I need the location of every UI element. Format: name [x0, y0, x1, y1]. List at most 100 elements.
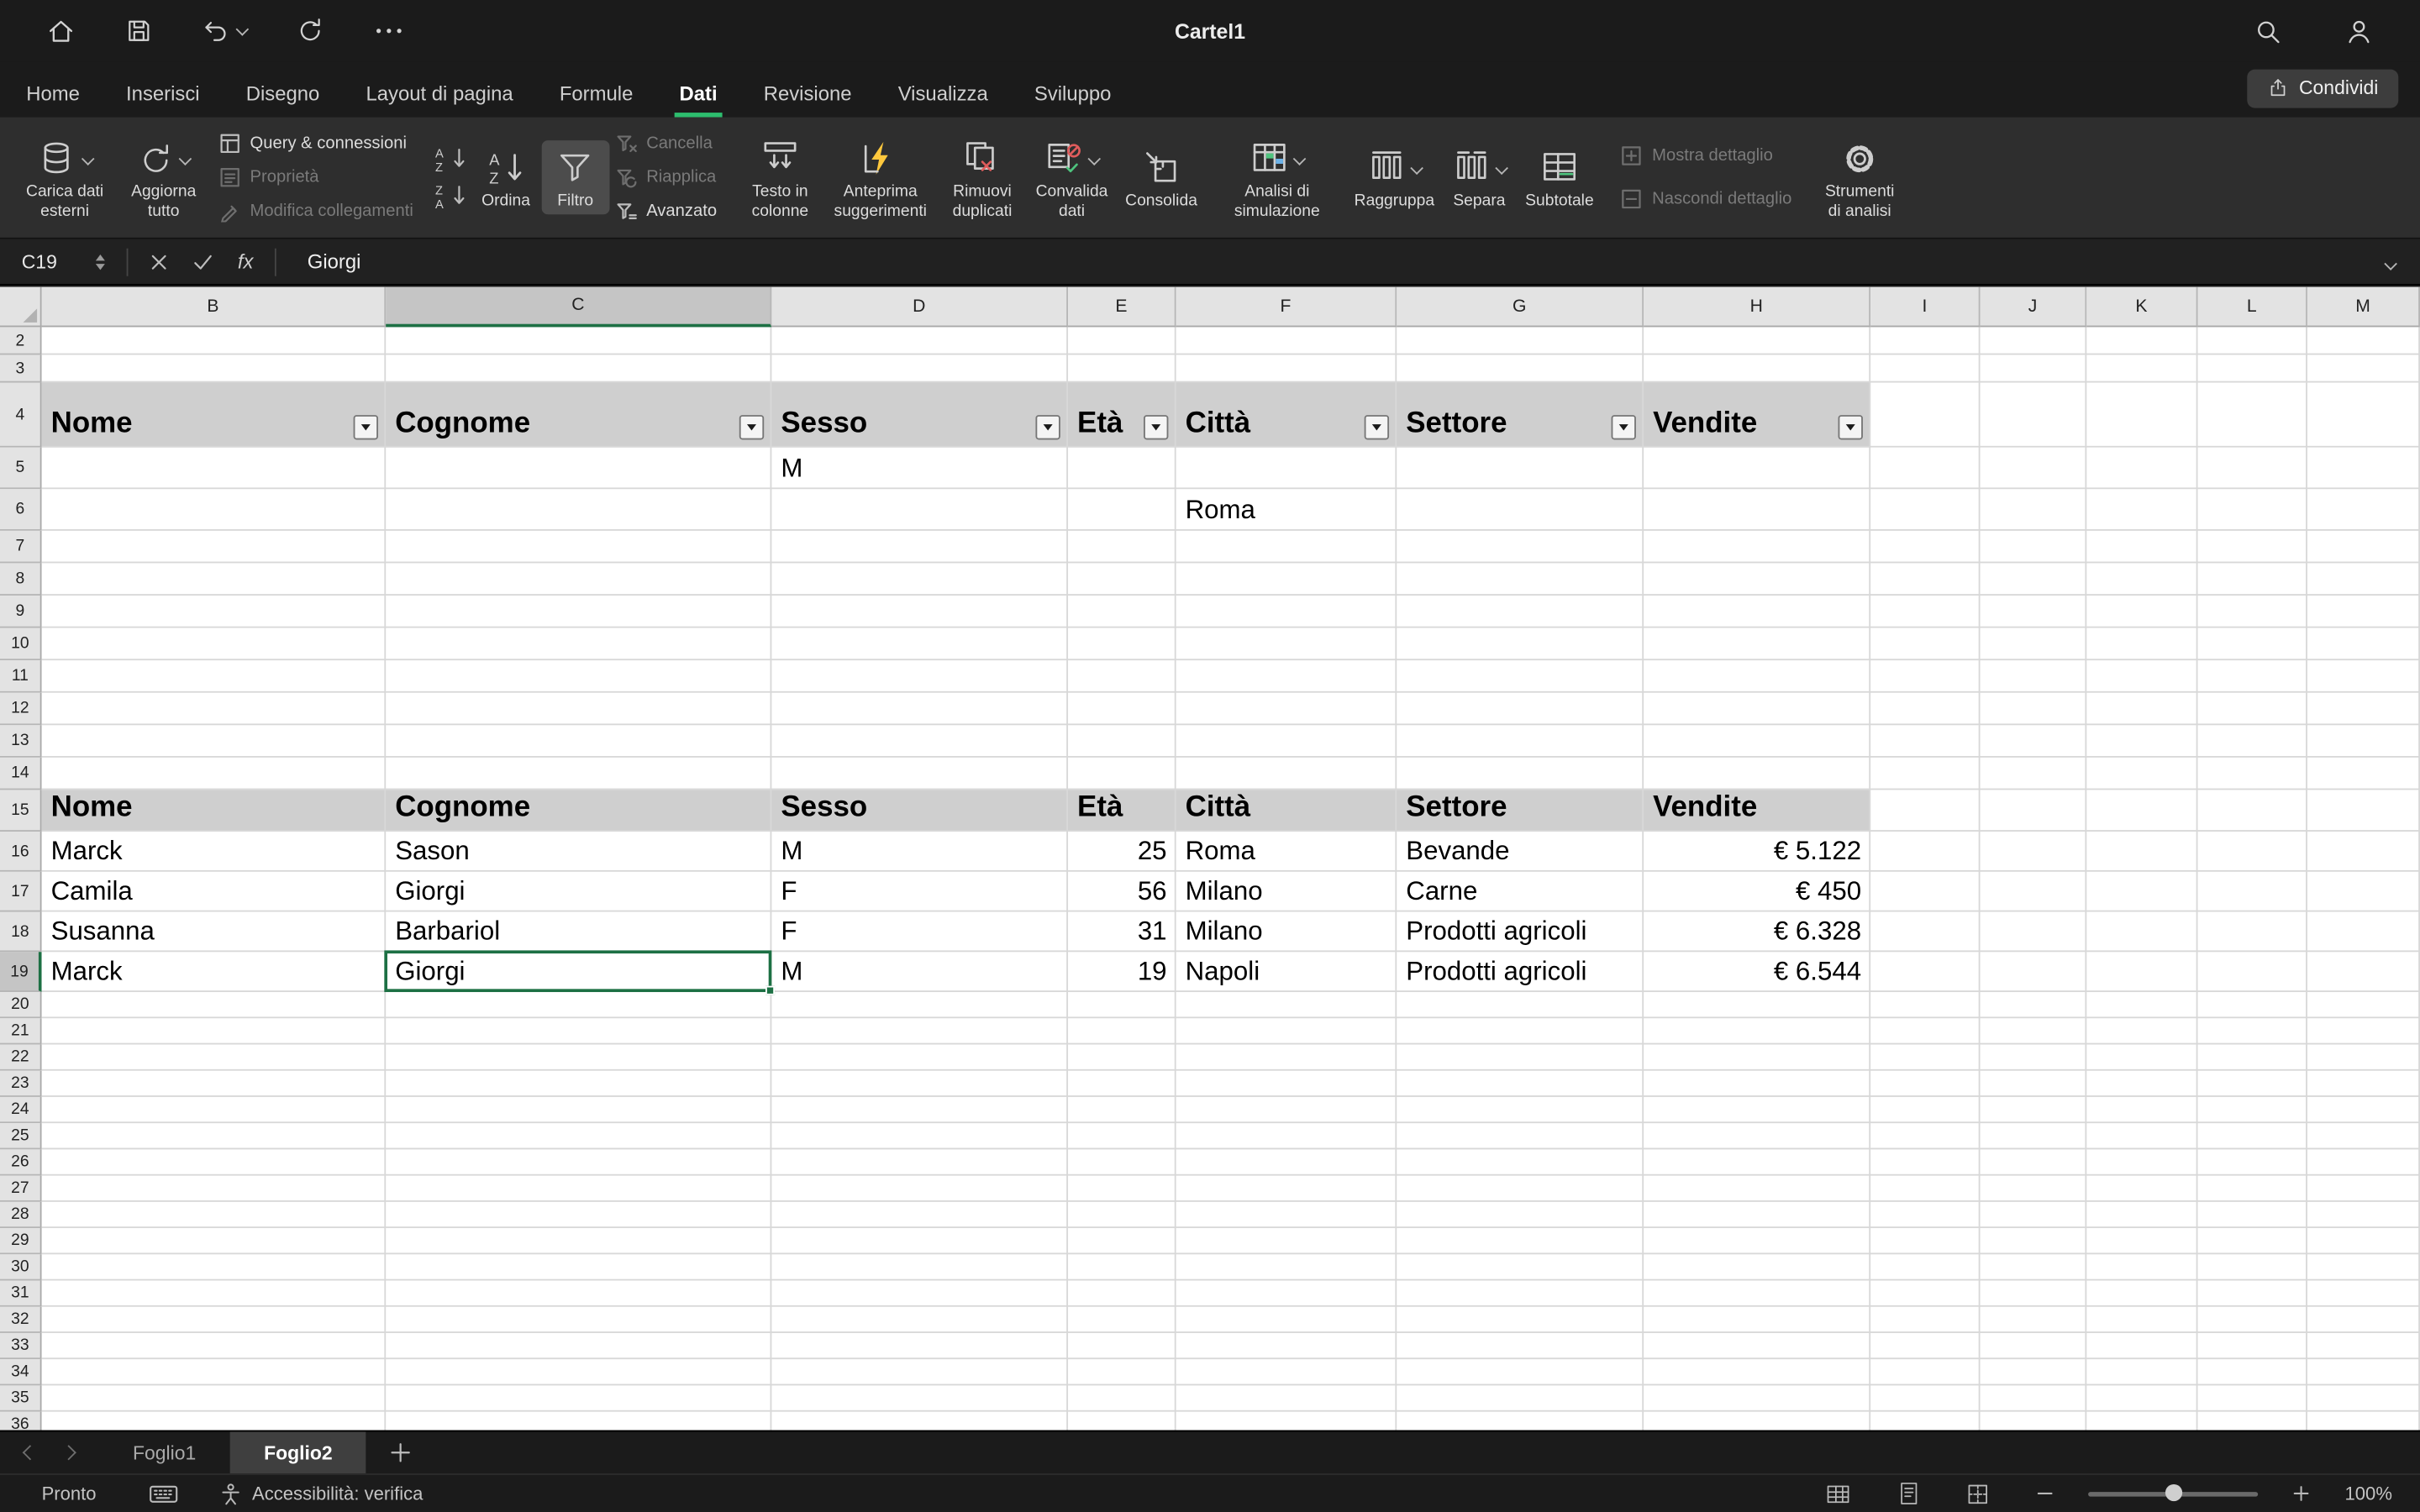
- tab-visualizza[interactable]: Visualizza: [893, 70, 992, 118]
- row-header-14[interactable]: 14: [0, 758, 42, 790]
- prev-sheet-icon[interactable]: [23, 1445, 38, 1460]
- sheet-tab-foglio1[interactable]: Foglio1: [99, 1431, 230, 1474]
- tab-formule[interactable]: Formule: [555, 70, 638, 118]
- column-header-E[interactable]: E: [1068, 287, 1176, 328]
- anteprima-suggerimenti-button[interactable]: Anteprima suggerimenti: [823, 131, 938, 223]
- tab-disegno[interactable]: Disegno: [241, 70, 324, 118]
- filter-button-sesso[interactable]: [1035, 415, 1060, 439]
- formula-bar-expand-button[interactable]: [2386, 250, 2396, 274]
- row-header-3[interactable]: 3: [0, 354, 42, 382]
- cell-H18[interactable]: € 6.328: [1644, 912, 1870, 953]
- row-header-23[interactable]: 23: [0, 1071, 42, 1097]
- ordina-button[interactable]: AZ Ordina: [471, 141, 541, 214]
- row-header-13[interactable]: 13: [0, 725, 42, 758]
- row-header-2[interactable]: 2: [0, 327, 42, 354]
- tab-home[interactable]: Home: [22, 70, 85, 118]
- proprieta-button[interactable]: Proprietà: [219, 166, 413, 188]
- filter-button-eta[interactable]: [1144, 415, 1168, 439]
- column-header-M[interactable]: M: [2307, 287, 2420, 328]
- zoom-out-icon[interactable]: [2036, 1484, 2054, 1503]
- strumenti-analisi-button[interactable]: Strumenti di analisi: [1812, 131, 1907, 223]
- column-header-L[interactable]: L: [2198, 287, 2307, 328]
- row-header-30[interactable]: 30: [0, 1254, 42, 1280]
- name-box[interactable]: C19: [0, 250, 96, 272]
- cell-F15[interactable]: Città: [1176, 790, 1397, 832]
- row-header-28[interactable]: 28: [0, 1202, 42, 1228]
- testo-in-colonne-button[interactable]: Testo in colonne: [737, 131, 823, 223]
- column-header-J[interactable]: J: [1981, 287, 2087, 328]
- row-header-6[interactable]: 6: [0, 489, 42, 531]
- cell-D15[interactable]: Sesso: [771, 790, 1068, 832]
- consolida-button[interactable]: Consolida: [1117, 141, 1207, 214]
- row-header-36[interactable]: 36: [0, 1412, 42, 1431]
- aggiorna-tutto-button[interactable]: Aggiorna tutto: [118, 131, 210, 223]
- sort-descending-button[interactable]: ZA: [434, 182, 471, 210]
- row-header-10[interactable]: 10: [0, 628, 42, 661]
- row-header-19[interactable]: 19: [0, 952, 42, 992]
- cell-E16[interactable]: 25: [1068, 832, 1176, 872]
- carica-dati-esterni-button[interactable]: Carica dati esterni: [13, 131, 118, 223]
- cell-H4[interactable]: Vendite: [1644, 383, 1870, 448]
- cell-C16[interactable]: Sason: [386, 832, 771, 872]
- cell-D4[interactable]: Sesso: [771, 383, 1068, 448]
- row-header-7[interactable]: 7: [0, 531, 42, 564]
- row-header-12[interactable]: 12: [0, 693, 42, 726]
- sheet-tab-foglio2[interactable]: Foglio2: [230, 1431, 366, 1474]
- search-icon[interactable]: [2254, 16, 2283, 45]
- select-all-corner[interactable]: [0, 287, 42, 328]
- cell-B17[interactable]: Camila: [42, 872, 387, 912]
- nascondi-dettaglio-button[interactable]: Nascondi dettaglio: [1621, 188, 1791, 210]
- cell-C18[interactable]: Barbariol: [386, 912, 771, 953]
- cell-G19[interactable]: Prodotti agricoli: [1397, 952, 1644, 992]
- row-header-29[interactable]: 29: [0, 1228, 42, 1254]
- cell-C4[interactable]: Cognome: [386, 383, 771, 448]
- sort-ascending-button[interactable]: AZ: [434, 145, 471, 173]
- normal-view-icon[interactable]: [1826, 1482, 1850, 1505]
- more-options-icon[interactable]: [373, 17, 404, 45]
- redo-button[interactable]: [297, 17, 324, 45]
- tab-layout-di-pagina[interactable]: Layout di pagina: [361, 70, 518, 118]
- row-header-34[interactable]: 34: [0, 1359, 42, 1385]
- subtotale-button[interactable]: Subtotale: [1518, 141, 1601, 214]
- cell-F19[interactable]: Napoli: [1176, 952, 1397, 992]
- cell-F16[interactable]: Roma: [1176, 832, 1397, 872]
- filter-button-settore[interactable]: [1612, 415, 1636, 439]
- cell-D16[interactable]: M: [771, 832, 1068, 872]
- filter-button-vendite[interactable]: [1839, 415, 1863, 439]
- add-sheet-button[interactable]: [392, 1442, 412, 1462]
- cell-G16[interactable]: Bevande: [1397, 832, 1644, 872]
- accessibility-check-button[interactable]: Accessibilità: verifica: [219, 1482, 423, 1505]
- cell-G15[interactable]: Settore: [1397, 790, 1644, 832]
- cell-D19[interactable]: M: [771, 952, 1068, 992]
- filter-button-nome[interactable]: [354, 415, 378, 439]
- row-header-24[interactable]: 24: [0, 1097, 42, 1123]
- page-break-view-icon[interactable]: [1967, 1482, 1991, 1505]
- formula-input[interactable]: Giorgi: [308, 250, 361, 274]
- column-header-C[interactable]: C: [386, 287, 771, 328]
- cell-H19[interactable]: € 6.544: [1644, 952, 1870, 992]
- row-header-35[interactable]: 35: [0, 1385, 42, 1411]
- home-icon[interactable]: [46, 16, 76, 45]
- filter-button-citta[interactable]: [1365, 415, 1389, 439]
- row-header-11[interactable]: 11: [0, 660, 42, 693]
- cell-H17[interactable]: € 450: [1644, 872, 1870, 912]
- row-header-18[interactable]: 18: [0, 912, 42, 953]
- column-header-I[interactable]: I: [1870, 287, 1980, 328]
- cell-H15[interactable]: Vendite: [1644, 790, 1870, 832]
- filter-button-cognome[interactable]: [739, 415, 764, 439]
- cell-C15[interactable]: Cognome: [386, 790, 771, 832]
- tab-revisione[interactable]: Revisione: [759, 70, 856, 118]
- cell-D17[interactable]: F: [771, 872, 1068, 912]
- column-header-B[interactable]: B: [42, 287, 387, 328]
- undo-button[interactable]: [203, 17, 247, 45]
- cell-F4[interactable]: Città: [1176, 383, 1397, 448]
- cancella-button[interactable]: Cancella: [615, 133, 717, 155]
- zoom-level-label[interactable]: 100%: [2345, 1483, 2392, 1504]
- row-header-5[interactable]: 5: [0, 448, 42, 490]
- cell-E19[interactable]: 19: [1068, 952, 1176, 992]
- avanzato-button[interactable]: Avanzato: [615, 201, 717, 223]
- zoom-in-icon[interactable]: [2292, 1484, 2311, 1503]
- name-box-spinner[interactable]: [96, 254, 105, 269]
- row-header-22[interactable]: 22: [0, 1044, 42, 1070]
- cancel-entry-button[interactable]: [150, 252, 168, 270]
